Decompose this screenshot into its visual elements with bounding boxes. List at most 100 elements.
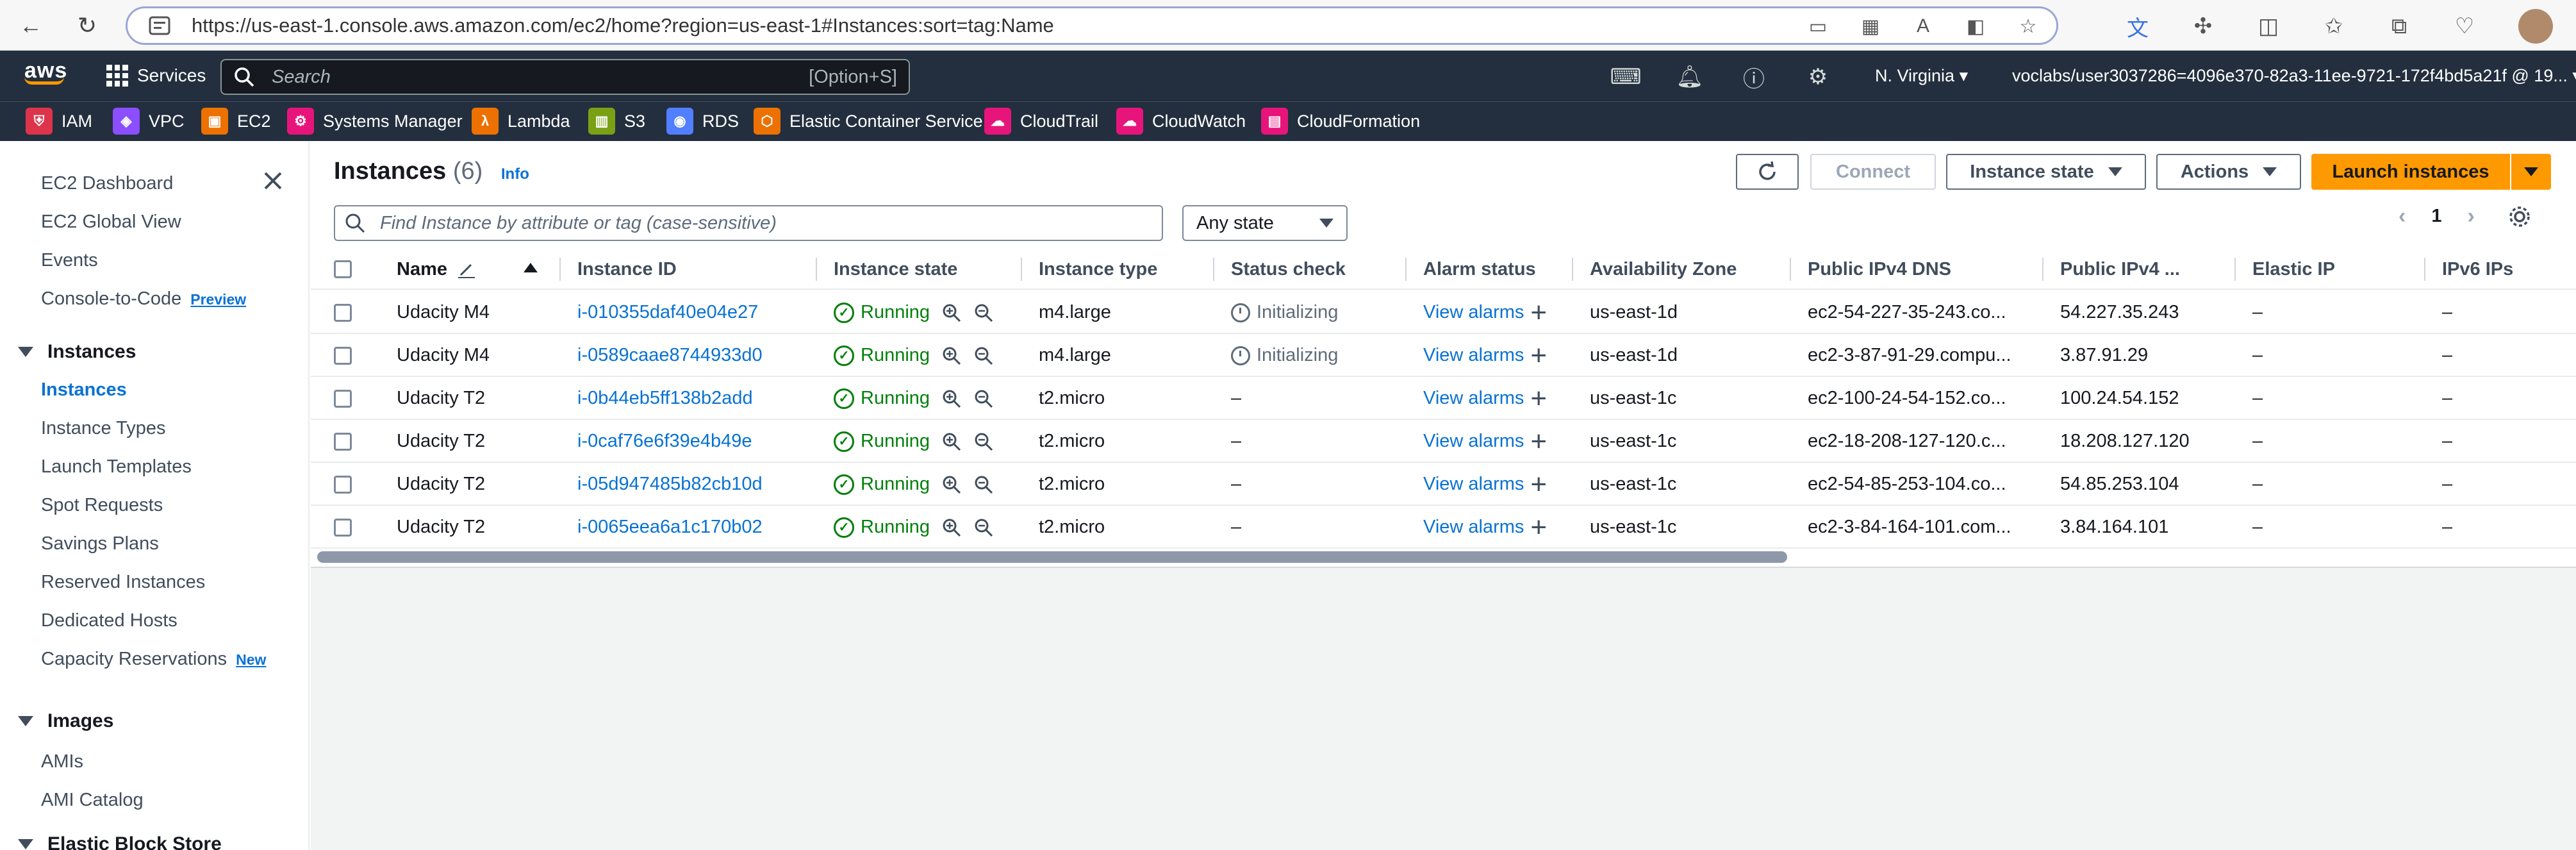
cell-instance-id[interactable]: i-0b44eb5ff138b2add — [577, 377, 753, 420]
favorite-cloudformation[interactable]: ▤ CloudFormation — [1261, 108, 1420, 135]
instance-state-button[interactable]: Instance state — [1946, 154, 2146, 190]
connect-button[interactable]: Connect — [1810, 154, 1936, 190]
column-header-public-ipv4[interactable]: Public IPv4 ... — [2060, 249, 2180, 290]
profile-avatar[interactable] — [2518, 9, 2553, 44]
column-resizer[interactable] — [1572, 258, 1573, 281]
row-checkbox[interactable] — [334, 390, 352, 408]
table-row[interactable]: Udacity T2 i-0caf76e6f39e4b49e ✓ Running t2.… — [311, 420, 2576, 463]
row-checkbox[interactable] — [334, 433, 352, 451]
favorite-s3[interactable]: ▥ S3 — [588, 108, 645, 135]
column-header-public-ipv4-dns[interactable]: Public IPv4 DNS — [1808, 249, 1951, 290]
cell-alarm-status[interactable]: View alarms + — [1423, 420, 1547, 463]
add-alarm-icon[interactable]: + — [1530, 297, 1547, 329]
close-icon[interactable] — [260, 168, 286, 194]
cell-alarm-status[interactable]: View alarms + — [1423, 334, 1547, 377]
zoom-out-icon[interactable] — [973, 431, 994, 452]
column-resizer[interactable] — [1790, 258, 1791, 281]
zoom-out-icon[interactable] — [973, 388, 994, 409]
aws-logo[interactable]: aws — [24, 58, 67, 85]
sidebar-item-launch-templates[interactable]: Launch Templates — [41, 456, 192, 478]
column-resizer[interactable] — [559, 258, 561, 281]
view-alarms-link[interactable]: View alarms — [1423, 388, 1524, 409]
sidebar-item-console-to-code[interactable]: Console-to-Code Preview — [41, 288, 246, 310]
region-selector[interactable]: N. Virginia ▾ — [1875, 66, 1968, 86]
sidebar-item-capacity-reservations[interactable]: Capacity Reservations New — [41, 649, 266, 670]
sidebar-section-elastic-block-store[interactable]: Elastic Block Store — [18, 833, 222, 850]
sidebar-item-events[interactable]: Events — [41, 250, 98, 271]
site-info-icon[interactable] — [145, 12, 174, 40]
add-alarm-icon[interactable]: + — [1530, 340, 1547, 372]
collections-icon[interactable]: ⧉ — [2382, 10, 2416, 43]
favorite-star-icon[interactable]: ☆ — [2015, 13, 2041, 39]
zoom-in-icon[interactable] — [941, 346, 962, 366]
instance-id-link[interactable]: i-0caf76e6f39e4b49e — [577, 431, 752, 452]
column-header-instance-type[interactable]: Instance type — [1039, 249, 1157, 290]
apps-icon[interactable]: ▦ — [1858, 13, 1883, 39]
column-header-availability-zone[interactable]: Availability Zone — [1590, 249, 1737, 290]
instance-id-link[interactable]: i-0589caae8744933d0 — [577, 345, 763, 366]
help-icon[interactable]: ⓘ — [1739, 62, 1769, 92]
favorite-ec2[interactable]: ▣ EC2 — [201, 108, 271, 135]
account-menu[interactable]: voclabs/user3037286=4096e370-82a3-11ee-9… — [2012, 66, 2576, 86]
table-row[interactable]: Udacity T2 i-0065eea6a1c170b02 ✓ Running t2.… — [311, 506, 2576, 549]
favorite-lambda[interactable]: λ Lambda — [472, 108, 570, 135]
row-checkbox[interactable] — [334, 304, 352, 322]
instance-id-link[interactable]: i-05d947485b82cb10d — [577, 474, 763, 495]
launch-dropdown-button[interactable] — [2511, 154, 2551, 190]
services-button[interactable]: Services — [106, 60, 206, 92]
column-header-alarm-status[interactable]: Alarm status — [1423, 249, 1536, 290]
favorite-cloudwatch[interactable]: ☁ CloudWatch — [1116, 108, 1246, 135]
zoom-in-icon[interactable] — [941, 431, 962, 452]
zoom-in-icon[interactable] — [941, 474, 962, 495]
table-row[interactable]: Udacity T2 i-0b44eb5ff138b2add ✓ Running t2.… — [311, 377, 2576, 420]
translate-icon[interactable]: 文 — [2121, 10, 2154, 43]
split-screen-icon[interactable]: ◫ — [2252, 10, 2285, 43]
column-resizer[interactable] — [1405, 258, 1407, 281]
prev-page-icon[interactable]: ‹ — [2398, 204, 2406, 229]
cell-instance-id[interactable]: i-0589caae8744933d0 — [577, 334, 763, 377]
table-row[interactable]: Udacity T2 i-05d947485b82cb10d ✓ Running t2.… — [311, 463, 2576, 506]
instance-filter-input[interactable]: Find Instance by attribute or tag (case-… — [334, 205, 1163, 241]
table-row[interactable]: Udacity M4 i-010355daf40e04e27 ✓ Running m4.… — [311, 291, 2576, 334]
column-header-status-check[interactable]: Status check — [1231, 249, 1346, 290]
favorite-rds[interactable]: ◉ RDS — [666, 108, 739, 135]
column-header-elastic-ip[interactable]: Elastic IP — [2252, 249, 2335, 290]
view-alarms-link[interactable]: View alarms — [1423, 431, 1524, 452]
row-checkbox[interactable] — [334, 519, 352, 537]
cast-icon[interactable]: ▭ — [1805, 13, 1831, 39]
row-checkbox[interactable] — [334, 347, 352, 365]
sidebar-item-spot-requests[interactable]: Spot Requests — [41, 495, 163, 516]
health-icon[interactable]: ♡ — [2448, 10, 2481, 43]
favorite-systems-manager[interactable]: ⚙ Systems Manager — [287, 108, 463, 135]
column-header-ipv6-ips[interactable]: IPv6 IPs — [2442, 249, 2513, 290]
favorite-iam[interactable]: ⛨ IAM — [26, 108, 92, 135]
search-input[interactable]: Search [Option+S] — [220, 59, 910, 95]
zoom-out-icon[interactable] — [973, 303, 994, 323]
favorite-elastic-container-service[interactable]: ⬡ Elastic Container Service — [754, 108, 983, 135]
sort-ascending-icon[interactable] — [524, 263, 538, 272]
horizontal-scrollbar[interactable] — [317, 551, 1787, 563]
select-all-checkbox[interactable] — [334, 260, 352, 278]
column-header-instance-id[interactable]: Instance ID — [577, 249, 677, 290]
edit-pencil-icon[interactable] — [457, 260, 476, 279]
cell-alarm-status[interactable]: View alarms + — [1423, 506, 1547, 549]
column-resizer[interactable] — [1021, 258, 1022, 281]
back-icon[interactable]: ← — [12, 6, 50, 45]
immersive-reader-icon[interactable]: ◧ — [1963, 13, 1988, 39]
cell-instance-id[interactable]: i-0caf76e6f39e4b49e — [577, 420, 752, 463]
refresh-button[interactable] — [1736, 154, 1799, 190]
sidebar-section-images[interactable]: Images — [18, 710, 113, 732]
row-checkbox[interactable] — [334, 476, 352, 494]
table-row[interactable]: Udacity M4 i-0589caae8744933d0 ✓ Running m4.… — [311, 334, 2576, 377]
sidebar-item-savings-plans[interactable]: Savings Plans — [41, 533, 159, 554]
sidebar-item-ec2-dashboard[interactable]: EC2 Dashboard — [41, 173, 173, 194]
view-alarms-link[interactable]: View alarms — [1423, 517, 1524, 538]
cell-instance-id[interactable]: i-010355daf40e04e27 — [577, 291, 758, 334]
zoom-in-icon[interactable] — [941, 517, 962, 538]
sidebar-item-instance-types[interactable]: Instance Types — [41, 418, 166, 439]
new-badge[interactable]: New — [236, 651, 266, 668]
add-alarm-icon[interactable]: + — [1530, 469, 1547, 501]
cell-alarm-status[interactable]: View alarms + — [1423, 377, 1547, 420]
launch-instances-button[interactable]: Launch instances — [2311, 154, 2510, 190]
add-alarm-icon[interactable]: + — [1530, 512, 1547, 544]
